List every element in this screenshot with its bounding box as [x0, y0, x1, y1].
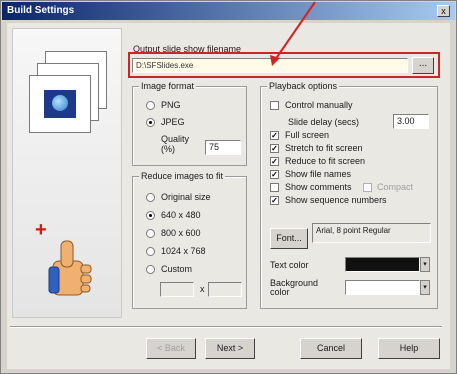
show-sequence-numbers-label: Show sequence numbers: [285, 195, 387, 205]
image-format-title: Image format: [139, 81, 197, 91]
quality-input[interactable]: 75: [205, 140, 241, 155]
800x600-radio[interactable]: [146, 229, 155, 238]
png-radio[interactable]: [146, 101, 155, 110]
back-button[interactable]: < Back: [146, 338, 196, 359]
next-button[interactable]: Next >: [205, 338, 255, 359]
1024x768-radio[interactable]: [146, 247, 155, 256]
globe-picture-icon: [44, 90, 76, 118]
original-size-label: Original size: [161, 192, 211, 202]
text-color-dropdown-icon[interactable]: ▾: [420, 257, 430, 272]
full-screen-label: Full screen: [285, 130, 330, 140]
show-comments-label: Show comments: [285, 182, 352, 192]
reduce-images-title: Reduce images to fit: [139, 171, 226, 181]
800x600-label: 800 x 600: [161, 228, 201, 238]
reduce-checkbox[interactable]: [270, 157, 279, 166]
custom-label: Custom: [161, 264, 193, 274]
background-color-dropdown-icon[interactable]: ▾: [420, 280, 430, 295]
text-color-swatch[interactable]: [345, 257, 420, 272]
1024x768-label: 1024 x 768: [161, 246, 206, 256]
highlight-box: [128, 52, 440, 78]
png-label: PNG: [161, 100, 181, 110]
jpeg-radio[interactable]: [146, 118, 155, 127]
custom-height-input[interactable]: [208, 282, 242, 297]
640x480-radio[interactable]: [146, 211, 155, 220]
show-sequence-numbers-checkbox[interactable]: [270, 196, 279, 205]
button-separator: [10, 326, 442, 328]
show-file-names-checkbox[interactable]: [270, 170, 279, 179]
custom-radio[interactable]: [146, 265, 155, 274]
title-bar: Build Settings x: [2, 2, 455, 20]
slide-delay-label: Slide delay (secs): [288, 117, 360, 127]
640x480-label: 640 x 480: [161, 210, 201, 220]
original-size-radio[interactable]: [146, 193, 155, 202]
jpeg-label: JPEG: [161, 117, 185, 127]
compact-label: Compact: [377, 182, 414, 192]
slide-delay-input[interactable]: 3.00: [393, 114, 429, 129]
stretch-label: Stretch to fit screen: [285, 143, 363, 153]
cancel-button[interactable]: Cancel: [300, 338, 362, 359]
window-title: Build Settings: [7, 5, 75, 16]
slide-card-icon: [29, 75, 91, 133]
stretch-checkbox[interactable]: [270, 144, 279, 153]
text-color-label: Text color: [270, 260, 309, 270]
reduce-label: Reduce to fit screen: [285, 156, 366, 166]
help-button[interactable]: Help: [378, 338, 440, 359]
playback-options-title: Playback options: [267, 81, 340, 91]
quality-label: Quality (%): [161, 134, 190, 154]
full-screen-checkbox[interactable]: [270, 131, 279, 140]
font-button[interactable]: Font...: [270, 228, 308, 249]
background-color-label: Background color: [270, 278, 319, 297]
compact-checkbox[interactable]: [363, 183, 372, 192]
plus-icon: +: [35, 219, 47, 241]
thumbs-up-icon: [48, 240, 92, 296]
custom-x-label: x: [200, 284, 205, 294]
show-file-names-label: Show file names: [285, 169, 352, 179]
control-manually-label: Control manually: [285, 100, 353, 110]
font-description: Arial, 8 point Regular: [312, 223, 431, 243]
background-color-swatch[interactable]: [345, 280, 420, 295]
custom-width-input[interactable]: [160, 282, 194, 297]
close-button[interactable]: x: [437, 5, 450, 17]
show-comments-checkbox[interactable]: [270, 183, 279, 192]
control-manually-checkbox[interactable]: [270, 101, 279, 110]
wizard-illustration: +: [12, 28, 122, 318]
